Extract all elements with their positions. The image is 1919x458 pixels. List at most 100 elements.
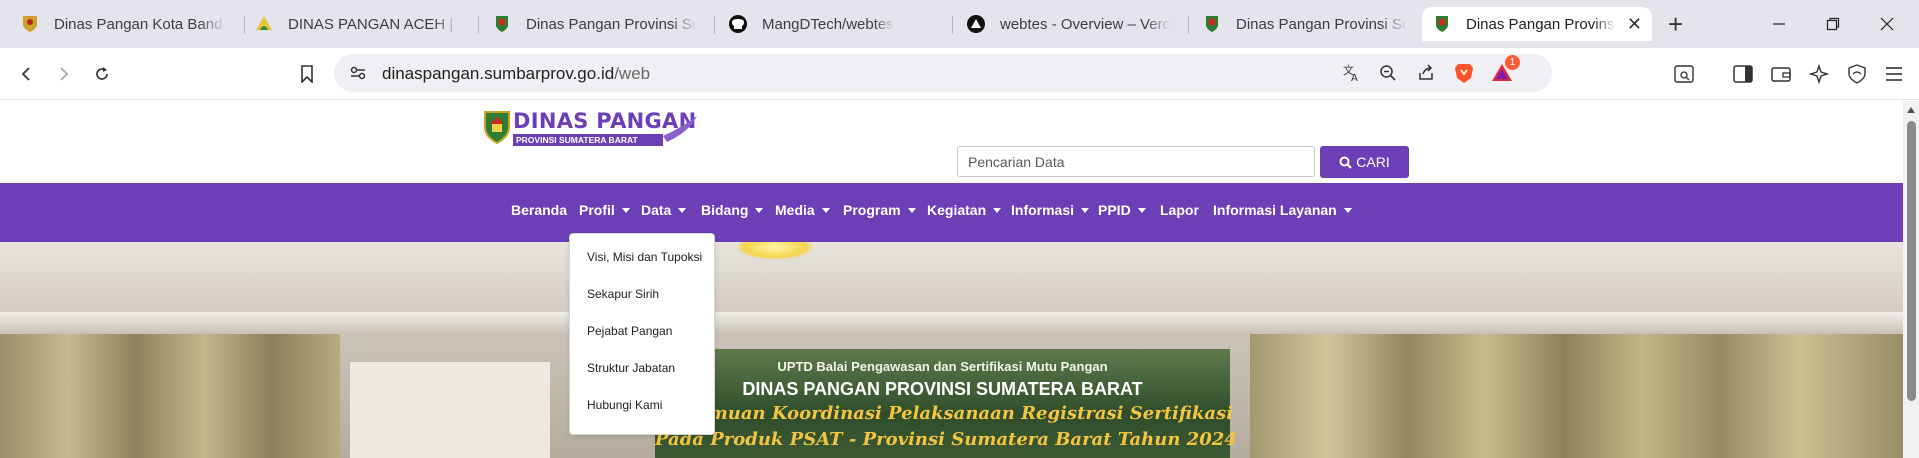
browser-tab[interactable]: webtes - Overview – Verce: [956, 7, 1181, 41]
page-scrollbar[interactable]: [1903, 101, 1919, 458]
url-path: /web: [614, 64, 651, 83]
tab-separator: [1188, 16, 1189, 34]
sidebar-icon[interactable]: [1729, 60, 1757, 88]
nav-label: Informasi Layanan: [1213, 202, 1337, 218]
reload-icon[interactable]: [88, 60, 116, 88]
forward-icon[interactable]: [50, 60, 78, 88]
logo-sub-text: PROVINSI SUMATERA BARAT: [513, 134, 663, 146]
tab-separator: [714, 16, 715, 34]
hero-image: UPTD Balai Pengawasan dan Sertifikasi Mu…: [0, 242, 1903, 458]
tab-title: Dinas Pangan Provinsi Sum: [1236, 15, 1407, 33]
close-tab-icon[interactable]: ✕: [1627, 14, 1642, 35]
browser-tab[interactable]: Dinas Pangan Provinsi Sum: [482, 7, 707, 41]
share-icon[interactable]: [1412, 59, 1440, 87]
caret-down-icon: [993, 207, 1002, 213]
wall-panel: [350, 362, 550, 458]
sumbar-crest-icon: [1202, 14, 1222, 34]
nav-label: Bidang: [701, 202, 749, 218]
tab-title: Dinas Pangan Provinsi: [1466, 15, 1616, 33]
bookmark-icon[interactable]: [293, 60, 321, 88]
logo-swoosh-icon: [663, 116, 697, 142]
url-text[interactable]: dinaspangan.sumbarprov.go.id/web: [382, 64, 650, 84]
tab-title: MangDTech/webtes: [762, 15, 894, 33]
nav-label: Media: [775, 202, 815, 218]
profil-dropdown-menu: Visi, Misi dan Tupoksi Sekapur Sirih Pej…: [569, 233, 715, 435]
tab-title: webtes - Overview – Verce: [1000, 15, 1171, 33]
nav-lapor[interactable]: Lapor: [1160, 202, 1199, 218]
nav-informasi-layanan[interactable]: Informasi Layanan: [1213, 202, 1352, 218]
sumbar-crest-icon: [1432, 14, 1452, 34]
event-banner: UPTD Balai Pengawasan dan Sertifikasi Mu…: [655, 349, 1237, 458]
browser-tab[interactable]: DINAS PANGAN ACEH | W: [244, 7, 469, 41]
close-window-icon[interactable]: [1873, 10, 1901, 38]
scroll-up-icon[interactable]: [1907, 107, 1915, 113]
tab-strip: Dinas Pangan Kota Bandar DINAS PANGAN AC…: [0, 0, 1919, 48]
browser-tab[interactable]: MangDTech/webtes: [718, 7, 943, 41]
site-settings-icon[interactable]: [344, 59, 372, 87]
reader-mode-icon[interactable]: [1670, 60, 1698, 88]
site-logo[interactable]: DINAS PANGAN PROVINSI SUMATERA BARAT: [483, 106, 701, 148]
menu-item-hubungi-kami[interactable]: Hubungi Kami: [587, 398, 662, 412]
nav-label: Lapor: [1160, 202, 1199, 218]
notification-badge: 1: [1505, 55, 1520, 70]
caret-down-icon: [678, 207, 687, 213]
nav-profil[interactable]: Profil: [579, 202, 630, 218]
menu-item-visi-misi[interactable]: Visi, Misi dan Tupoksi: [587, 250, 702, 264]
nav-media[interactable]: Media: [775, 202, 830, 218]
github-icon: [728, 14, 748, 34]
brave-rewards-icon[interactable]: 1: [1488, 55, 1520, 87]
curtain-right: [1250, 334, 1903, 458]
banner-line-4: Pada Produk PSAT - Provinsi Sumatera Bar…: [655, 429, 1237, 450]
nav-label: Informasi: [1011, 202, 1075, 218]
address-bar[interactable]: dinaspangan.sumbarprov.go.id/web 文A 1: [334, 54, 1552, 92]
tab-separator: [478, 16, 479, 34]
tab-title: Dinas Pangan Provinsi Sum: [526, 15, 697, 33]
brave-shields-icon[interactable]: [1450, 59, 1478, 87]
browser-tab[interactable]: Dinas Pangan Kota Bandar: [10, 7, 235, 41]
caret-down-icon: [1137, 207, 1146, 213]
nav-ppid[interactable]: PPID: [1098, 202, 1146, 218]
svg-text:A: A: [1351, 73, 1358, 83]
new-tab-icon[interactable]: +: [1668, 11, 1683, 37]
back-icon[interactable]: [12, 60, 40, 88]
caret-down-icon: [907, 207, 916, 213]
nav-informasi[interactable]: Informasi: [1011, 202, 1090, 218]
zoom-icon[interactable]: [1374, 59, 1402, 87]
nav-label: Beranda: [511, 202, 568, 218]
nav-label: PPID: [1098, 202, 1131, 218]
menu-item-pejabat-pangan[interactable]: Pejabat Pangan: [587, 324, 672, 338]
browser-tab-active[interactable]: Dinas Pangan Provinsi ✕: [1422, 7, 1652, 41]
nav-kegiatan[interactable]: Kegiatan: [927, 202, 1002, 218]
menu-item-sekapur-sirih[interactable]: Sekapur Sirih: [587, 287, 659, 301]
main-navbar: Beranda Profil Data Bidang Media Program…: [0, 183, 1903, 242]
menu-icon[interactable]: [1880, 60, 1908, 88]
menu-item-struktur-jabatan[interactable]: Struktur Jabatan: [587, 361, 675, 375]
nav-label: Profil: [579, 202, 615, 218]
browser-tab[interactable]: Dinas Pangan Provinsi Sum: [1192, 7, 1417, 41]
url-domain: dinaspangan.sumbarprov.go.id: [382, 64, 615, 83]
web-page: DINAS PANGAN PROVINSI SUMATERA BARAT CAR…: [0, 101, 1903, 458]
caret-down-icon: [621, 207, 630, 213]
nav-bidang[interactable]: Bidang: [701, 202, 764, 218]
tab-title: DINAS PANGAN ACEH | W: [288, 15, 459, 33]
sumbar-crest-icon: [484, 111, 510, 144]
vpn-shield-icon[interactable]: [1843, 60, 1871, 88]
nav-label: Kegiatan: [927, 202, 987, 218]
scrollbar-thumb[interactable]: [1907, 121, 1916, 401]
search-input[interactable]: [957, 146, 1315, 177]
leo-ai-icon[interactable]: [1805, 60, 1833, 88]
translate-icon[interactable]: 文A: [1338, 59, 1366, 87]
shield-crest-icon: [20, 14, 40, 34]
restore-icon[interactable]: [1819, 10, 1847, 38]
banner-line-1: UPTD Balai Pengawasan dan Sertifikasi Mu…: [777, 359, 1108, 374]
nav-beranda[interactable]: Beranda: [511, 202, 567, 218]
nav-data[interactable]: Data: [641, 202, 687, 218]
search-button[interactable]: CARI: [1320, 146, 1409, 178]
minimize-icon[interactable]: [1765, 10, 1793, 38]
nav-program[interactable]: Program: [843, 202, 916, 218]
banner-line-2: DINAS PANGAN PROVINSI SUMATERA BARAT: [742, 379, 1143, 399]
banner-line-3: Pertemuan Koordinasi Pelaksanaan Registr…: [655, 403, 1234, 424]
sumbar-crest-icon: [492, 14, 512, 34]
search-button-label: CARI: [1356, 154, 1390, 170]
wallet-icon[interactable]: [1767, 60, 1795, 88]
